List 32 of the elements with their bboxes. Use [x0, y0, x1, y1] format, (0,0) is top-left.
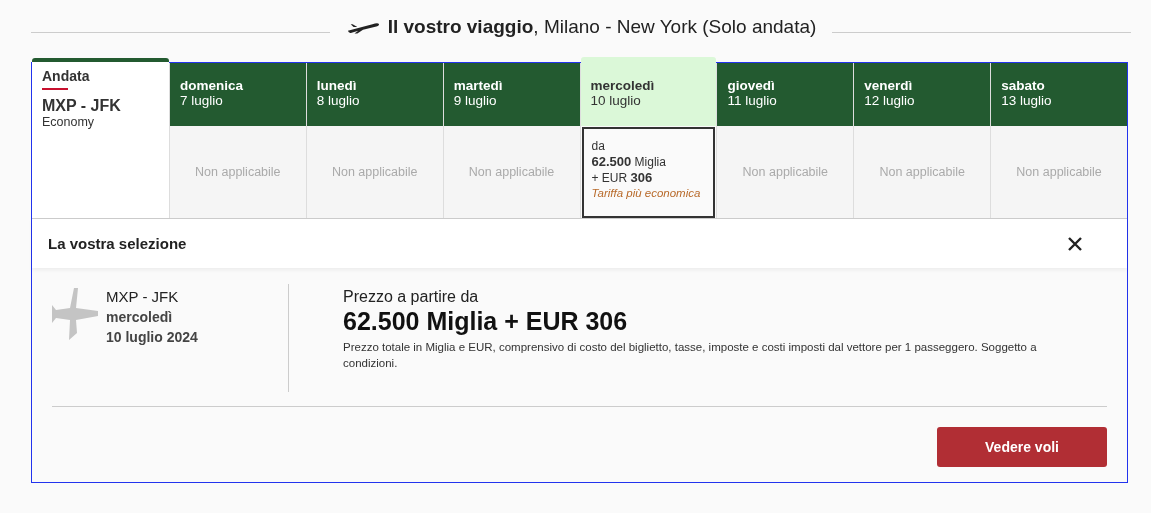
price-label: Prezzo a partire da	[343, 288, 480, 306]
fare-cell: Non applicabile	[991, 126, 1127, 218]
route-text: MXP - JFK	[106, 288, 180, 305]
fare-cell: Non applicabile	[443, 126, 580, 218]
close-icon[interactable]	[1067, 235, 1083, 252]
cheapest-tag: Tariffa più economica	[591, 186, 706, 200]
price-text: 62.500 Miglia + EUR 306	[343, 307, 629, 336]
see-flights-button[interactable]: Vedere voli	[937, 427, 1107, 467]
day-tab[interactable]: lunedì 8 luglio	[306, 63, 443, 126]
leg-label: Andata	[42, 68, 90, 90]
cash-text: + EUR 306	[591, 170, 654, 186]
trip-title: Il vostro viaggio, Milano - New York (Solo andata)	[387, 16, 817, 38]
day-tab[interactable]: mercoledì 10 luglio	[580, 57, 717, 126]
day-tab[interactable]: domenica 7 luglio	[169, 63, 306, 126]
cabin-text: Economy	[42, 115, 96, 129]
date-text: 10 luglio 2024	[106, 329, 198, 345]
panel-title: La vostra selezione	[48, 235, 187, 252]
price-note: Prezzo totale in Miglia e EUR, comprensivo di costo del biglietto, tasse, imposte e costi imposti dal vettore per 1 passeggero. Soggetto a condizioni.	[343, 340, 1038, 371]
route-text: MXP - JFK	[42, 97, 122, 115]
fare-cell: Non applicabile	[854, 126, 991, 218]
day-tab[interactable]: sabato 13 luglio	[991, 63, 1127, 126]
fare-cell: Non applicabile	[169, 126, 306, 218]
miles-text: 62.500 Miglia	[591, 154, 667, 170]
fare-cell: Non applicabile	[306, 126, 443, 218]
fare-cell[interactable]: da 62.500 Miglia + EUR 306 Tariffa più economica	[581, 127, 716, 218]
airplane-icon	[52, 288, 98, 340]
fare-cell: Non applicabile	[717, 126, 854, 218]
day-tab[interactable]: giovedì 11 luglio	[717, 63, 854, 126]
day-tab[interactable]: venerdì 12 luglio	[854, 63, 991, 126]
weekday-text: mercoledì	[106, 309, 174, 325]
day-tab[interactable]: martedì 9 luglio	[443, 63, 580, 126]
from-text: da	[591, 139, 606, 154]
